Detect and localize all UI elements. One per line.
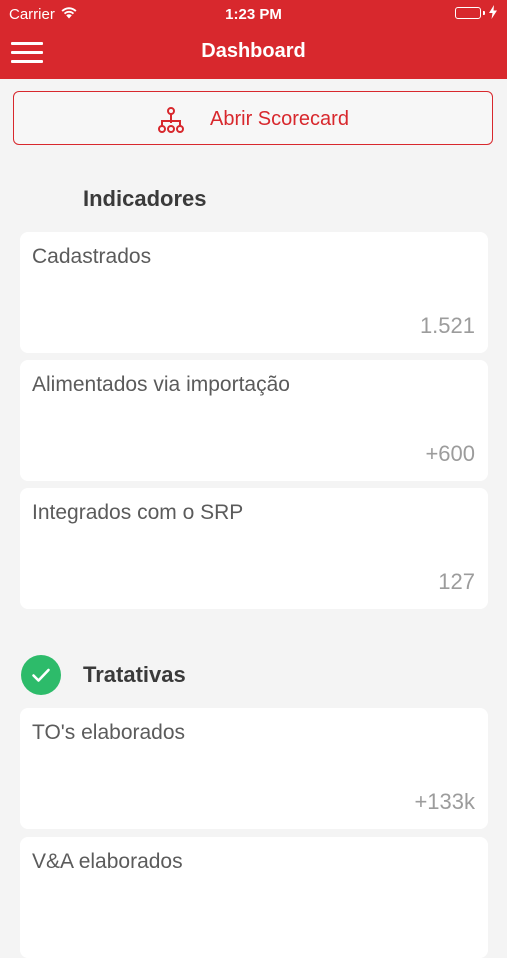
hierarchy-icon: [157, 106, 185, 139]
card-value: +600: [425, 441, 475, 466]
battery-icon: [455, 7, 485, 19]
tratativa-card-tos[interactable]: TO's elaborados +133k: [20, 708, 488, 829]
indicator-card-cadastrados[interactable]: Cadastrados 1.521: [20, 232, 488, 353]
card-value: +133k: [414, 789, 475, 814]
indicator-card-integrados[interactable]: Integrados com o SRP 127: [20, 488, 488, 609]
card-label: Integrados com o SRP: [32, 501, 244, 524]
battery-nub: [483, 11, 485, 15]
card-value: 127: [438, 569, 475, 594]
card-label: TO's elaborados: [32, 721, 186, 744]
tratativa-card-va[interactable]: V&A elaborados: [20, 837, 488, 958]
tratativas-heading: Tratativas: [83, 662, 186, 687]
clock: 1:23 PM: [225, 6, 282, 23]
status-bar: Carrier 1:23 PM: [0, 0, 507, 28]
check-circle-icon: [21, 655, 61, 695]
indicator-card-alimentados[interactable]: Alimentados via importação +600: [20, 360, 488, 481]
navigation-bar: Dashboard: [0, 28, 507, 79]
card-label: Cadastrados: [32, 245, 152, 268]
page-title: Dashboard: [201, 40, 306, 62]
card-label: V&A elaborados: [32, 850, 183, 873]
card-value: 1.521: [419, 313, 475, 338]
charging-bolt-icon: [489, 5, 497, 23]
open-scorecard-button[interactable]: Abrir Scorecard: [13, 91, 493, 145]
card-label: Alimentados via importação: [32, 373, 290, 396]
indicadores-heading: Indicadores: [83, 186, 207, 211]
open-scorecard-label: Abrir Scorecard: [210, 108, 349, 130]
